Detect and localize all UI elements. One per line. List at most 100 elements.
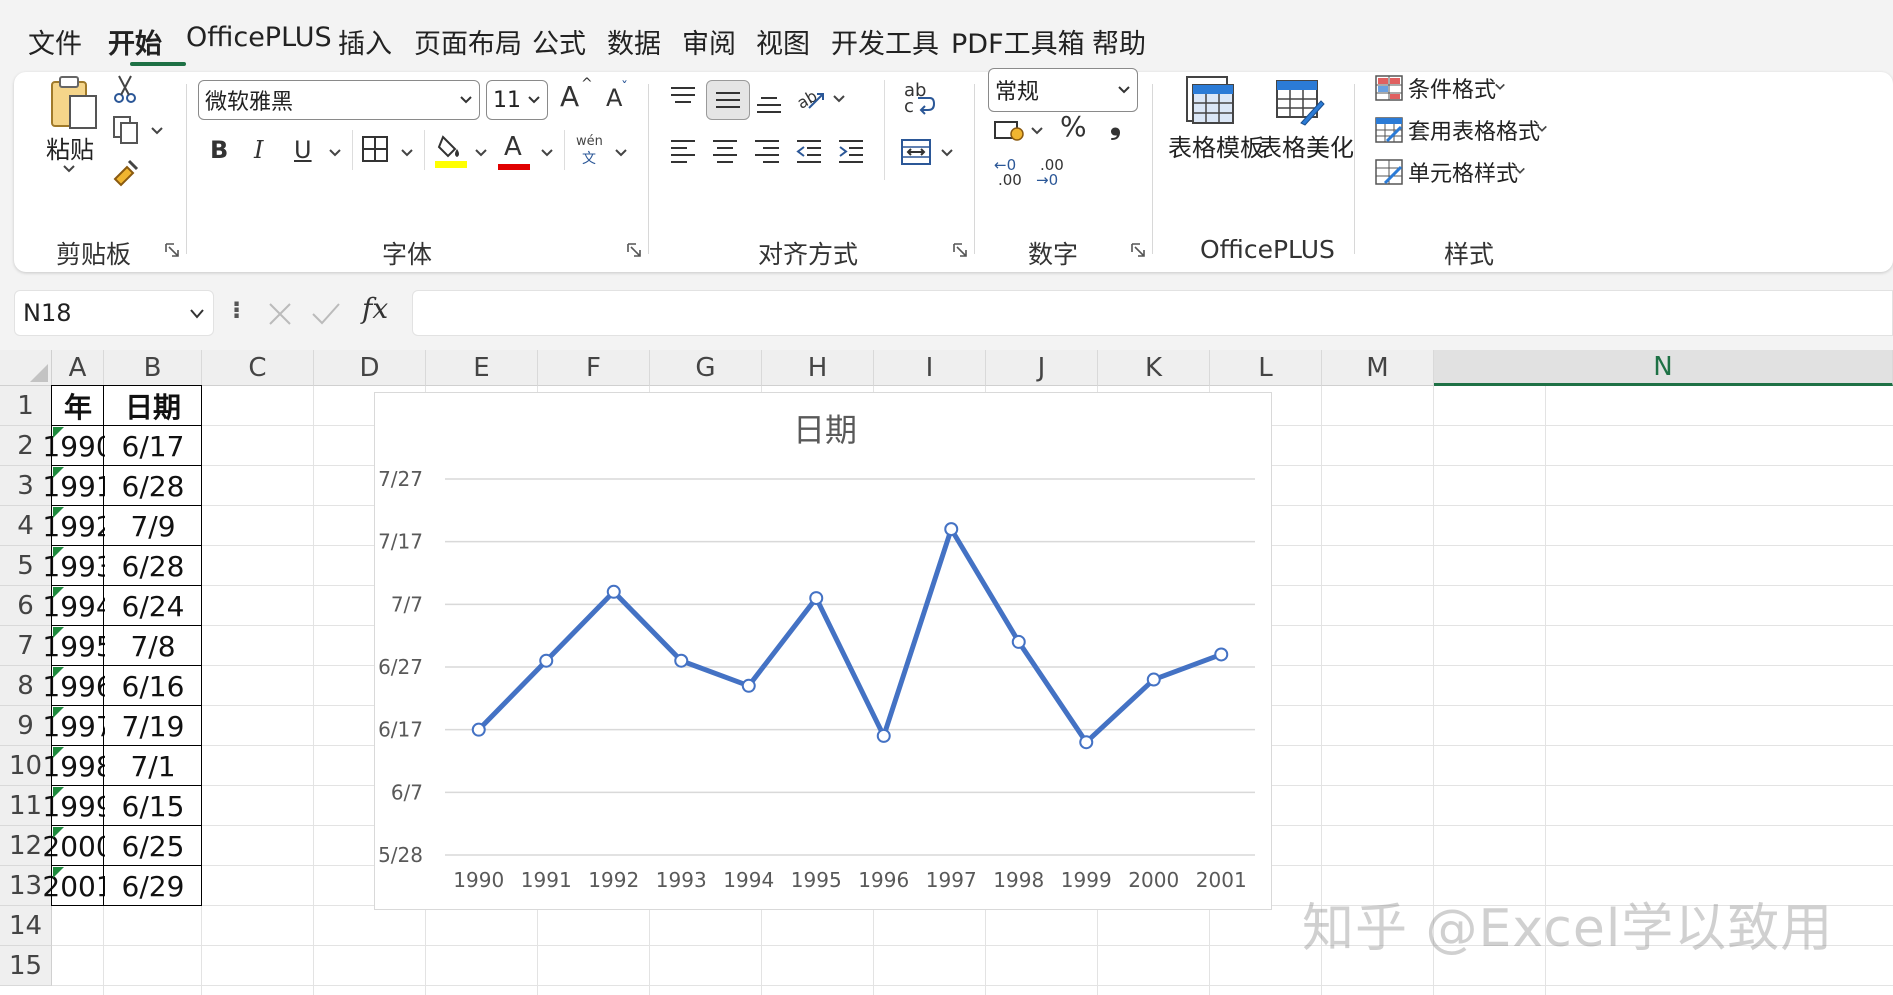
cancel-icon[interactable] [266, 300, 294, 328]
column-header-b[interactable]: B [104, 350, 202, 386]
column-header-h[interactable]: H [762, 350, 874, 386]
table-template-button[interactable]: 表格模板 [1168, 128, 1264, 163]
align-left-icon[interactable] [668, 136, 698, 166]
paste-icon[interactable] [44, 72, 104, 132]
tab-view[interactable]: 视图 [756, 22, 810, 61]
formula-input[interactable] [412, 290, 1893, 336]
format-painter-icon[interactable] [110, 156, 142, 188]
increase-decimal-button[interactable]: ←0 .00 [992, 156, 1028, 190]
tab-review[interactable]: 审阅 [682, 22, 736, 61]
tab-file[interactable]: 文件 [28, 22, 82, 61]
align-top-icon[interactable] [668, 82, 698, 112]
borders-icon[interactable] [360, 134, 390, 164]
align-middle-icon[interactable] [706, 80, 750, 120]
name-box[interactable]: N18 [14, 290, 214, 336]
fill-color-dropdown-icon[interactable] [474, 148, 488, 158]
tab-developer[interactable]: 开发工具 [831, 22, 939, 61]
currency-icon[interactable] [992, 116, 1026, 146]
error-indicator-icon[interactable] [53, 547, 64, 558]
grow-font-button[interactable]: A [560, 80, 579, 113]
fill-color-icon[interactable] [434, 130, 468, 170]
orientation-icon[interactable]: ab [794, 82, 828, 116]
insert-function-button[interactable]: fx [362, 292, 388, 325]
error-indicator-icon[interactable] [53, 627, 64, 638]
align-right-icon[interactable] [752, 136, 782, 166]
cut-icon[interactable] [110, 74, 140, 104]
tab-insert[interactable]: 插入 [338, 22, 392, 61]
table-cell-date[interactable]: 7/1 [105, 747, 201, 785]
clipboard-launcher-icon[interactable] [164, 242, 180, 258]
table-cell-date[interactable]: 6/28 [105, 547, 201, 585]
wrap-text-button[interactable]: ab c [902, 80, 938, 120]
error-indicator-icon[interactable] [53, 747, 64, 758]
select-all-button[interactable] [0, 350, 52, 386]
conditional-format-icon[interactable] [1374, 74, 1404, 102]
column-header-f[interactable]: F [538, 350, 650, 386]
error-indicator-icon[interactable] [53, 467, 64, 478]
currency-dropdown-icon[interactable] [1030, 126, 1044, 136]
font-color-button[interactable]: A [498, 132, 530, 170]
column-header-k[interactable]: K [1098, 350, 1210, 386]
error-indicator-icon[interactable] [53, 427, 64, 438]
format-as-table-icon[interactable] [1374, 116, 1404, 144]
enter-icon[interactable] [310, 300, 342, 328]
copy-dropdown-icon[interactable] [150, 126, 164, 136]
table-header-cell[interactable]: 年 [53, 387, 103, 425]
paste-button[interactable]: 粘贴 [46, 130, 94, 165]
column-header-c[interactable]: C [202, 350, 314, 386]
table-cell-date[interactable]: 6/17 [105, 427, 201, 465]
column-header-g[interactable]: G [650, 350, 762, 386]
align-bottom-icon[interactable] [754, 88, 784, 118]
borders-dropdown-icon[interactable] [400, 148, 414, 158]
decrease-indent-icon[interactable] [794, 136, 824, 166]
tab-pdf-tools[interactable]: PDF工具箱 [951, 22, 1085, 61]
table-cell-date[interactable]: 6/25 [105, 827, 201, 865]
orientation-dropdown-icon[interactable] [832, 94, 846, 104]
italic-button[interactable]: I [254, 136, 263, 164]
tab-formulas[interactable]: 公式 [532, 22, 586, 61]
copy-icon[interactable] [110, 114, 142, 146]
conditional-format-dropdown-icon[interactable] [1494, 82, 1506, 92]
table-header-cell[interactable]: 日期 [105, 387, 201, 425]
merge-dropdown-icon[interactable] [940, 148, 954, 158]
table-beautify-button[interactable]: 表格美化 [1258, 128, 1354, 163]
column-header-j[interactable]: J [986, 350, 1098, 386]
error-indicator-icon[interactable] [53, 867, 64, 878]
formula-bar-splitter-icon[interactable]: ⁝ [232, 296, 241, 324]
table-cell-date[interactable]: 6/29 [105, 867, 201, 905]
table-template-icon[interactable] [1184, 74, 1236, 126]
table-cell-date[interactable]: 6/28 [105, 467, 201, 505]
table-beautify-icon[interactable] [1274, 76, 1326, 128]
merge-center-icon[interactable] [898, 136, 934, 168]
column-header-n[interactable]: N [1434, 350, 1893, 386]
format-as-table-button[interactable]: 套用表格格式 [1408, 114, 1540, 146]
font-name-select[interactable]: 微软雅黑 [198, 80, 480, 120]
table-cell-date[interactable]: 7/9 [105, 507, 201, 545]
tab-page-layout[interactable]: 页面布局 [414, 22, 522, 61]
font-size-select[interactable]: 11 [486, 80, 548, 120]
number-format-select[interactable]: 常规 [988, 68, 1138, 112]
conditional-format-button[interactable]: 条件格式 [1408, 72, 1496, 104]
underline-dropdown-icon[interactable] [328, 148, 342, 158]
cell-styles-icon[interactable] [1374, 158, 1404, 186]
alignment-launcher-icon[interactable] [952, 242, 968, 258]
align-center-icon[interactable] [710, 136, 740, 166]
font-launcher-icon[interactable] [626, 242, 642, 258]
error-indicator-icon[interactable] [53, 587, 64, 598]
number-launcher-icon[interactable] [1130, 242, 1146, 258]
error-indicator-icon[interactable] [53, 667, 64, 678]
format-as-table-dropdown-icon[interactable] [1536, 124, 1548, 134]
error-indicator-icon[interactable] [53, 707, 64, 718]
table-cell-date[interactable]: 6/24 [105, 587, 201, 625]
column-header-a[interactable]: A [52, 350, 104, 386]
row-header-14[interactable]: 14 [0, 906, 52, 946]
tab-help[interactable]: 帮助 [1092, 22, 1146, 61]
table-cell-date[interactable]: 7/19 [105, 707, 201, 745]
column-header-e[interactable]: E [426, 350, 538, 386]
decrease-decimal-button[interactable]: .00 →0 [1034, 156, 1070, 190]
column-header-d[interactable]: D [314, 350, 426, 386]
tab-home[interactable]: 开始 [108, 22, 162, 61]
font-color-dropdown-icon[interactable] [540, 148, 554, 158]
increase-indent-icon[interactable] [836, 136, 866, 166]
chart-area[interactable]: 日期 5/28 6/7 6/17 6/27 7/7 7/17 7/27 1990 1991 1992… [374, 392, 1272, 910]
